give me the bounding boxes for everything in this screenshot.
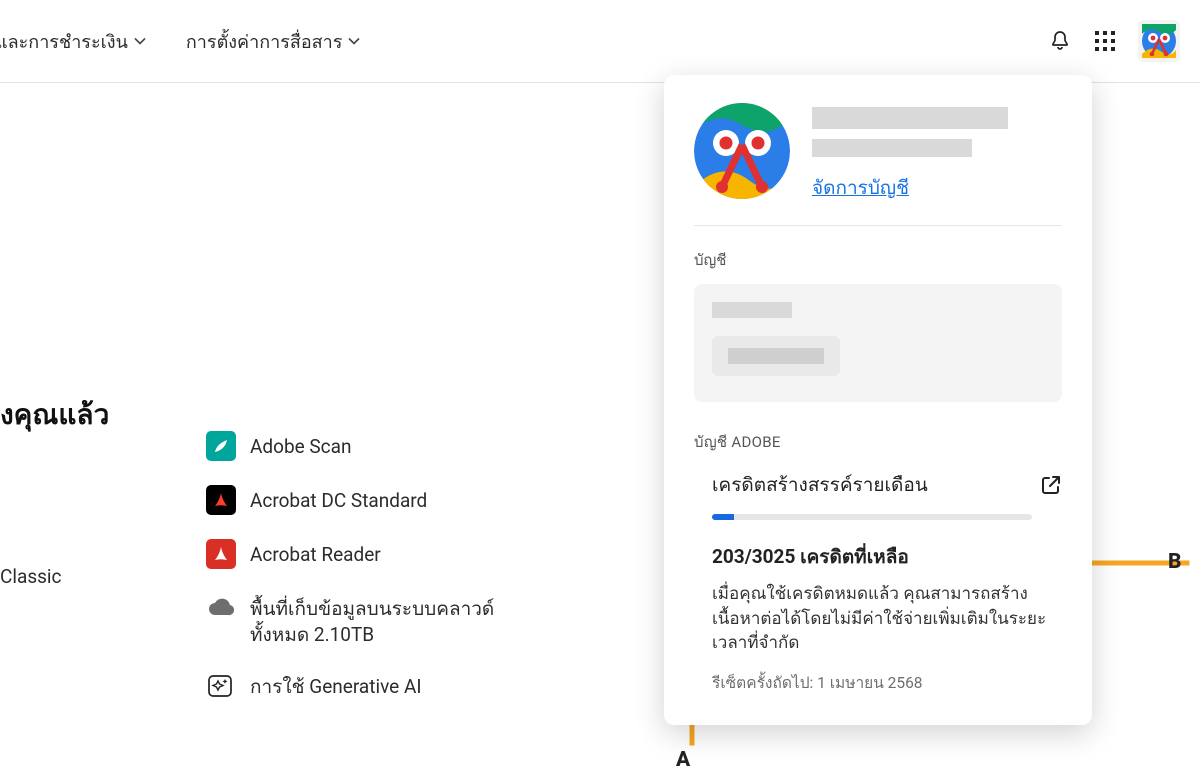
app-item-acrobat[interactable]: Acrobat DC Standard [206,485,550,515]
top-bar: และการชําระเงิน การตั้งค่าการสื่อสาร [0,0,1200,83]
app-label: Adobe Scan [250,431,351,460]
account-label: บัญชี [694,248,1062,272]
app-label: Classic [0,561,62,590]
section-title: งคุณแล้ว [0,393,109,437]
account-plan-redacted [712,336,840,376]
app-label: การใช้ Generative AI [250,671,422,700]
annotation-b-label: B [1168,550,1181,574]
top-right [1048,20,1180,62]
app-item-reader[interactable]: Acrobat Reader [206,539,550,569]
profile-name-redacted [812,107,1008,129]
adobe-account-label: บัญชี ADOBE [694,430,1062,454]
external-link-icon[interactable] [1040,474,1062,496]
popover-header: จัดการบัญชี [694,103,1062,226]
acrobat-dc-icon [206,485,236,515]
credit-count: 203/3025 เครดิตที่เหลือ [712,542,1062,572]
avatar-large [694,103,790,199]
app-column: Adobe Scan Acrobat DC Standard Acrobat R… [206,431,550,701]
credit-reset: รีเซ็ตครั้งถัดไป: 1 เมษายน 2568 [712,670,1062,695]
profile-email-redacted [812,139,972,157]
app-column-left: Classic [0,561,62,590]
nav-payment[interactable]: และการชําระเงิน [0,27,146,56]
avatar-icon [1142,24,1176,58]
sparkle-icon [206,671,236,701]
account-card[interactable] [694,284,1062,402]
app-label: พื้นที่เก็บข้อมูลบนระบบคลาวด์ทั้งหมด 2.1… [250,593,550,647]
bell-icon[interactable] [1048,29,1072,53]
adobe-scan-icon [206,431,236,461]
credit-progress-fill [712,514,734,520]
app-item-classic[interactable]: Classic [0,561,62,590]
profile-info: จัดการบัญชี [812,103,1062,203]
nav-payment-label: และการชําระเงิน [0,27,128,56]
acrobat-reader-icon [206,539,236,569]
app-label: Acrobat DC Standard [250,485,427,514]
credit-description: เมื่อคุณใช้เครดิตหมดแล้ว คุณสามารถสร้างเ… [712,582,1062,656]
credit-title: เครดิตสร้างสรรค์รายเดือน [712,470,928,500]
chevron-down-icon [348,35,360,47]
account-popover: จัดการบัญชี บัญชี บัญชี ADOBE เครดิตสร้า… [664,75,1092,725]
apps-grid-icon[interactable] [1094,30,1116,52]
nav-communication[interactable]: การตั้งค่าการสื่อสาร [186,27,361,56]
app-label: Acrobat Reader [250,539,381,568]
annotation-a-label: A [676,748,690,772]
manage-account-link[interactable]: จัดการบัญชี [812,173,909,203]
app-item-storage[interactable]: พื้นที่เก็บข้อมูลบนระบบคลาวด์ทั้งหมด 2.1… [206,593,550,647]
credit-progress [712,514,1032,520]
app-item-scan[interactable]: Adobe Scan [206,431,550,461]
chevron-down-icon [134,35,146,47]
cloud-icon [206,593,236,623]
nav-communication-label: การตั้งค่าการสื่อสาร [186,27,343,56]
app-item-genai[interactable]: การใช้ Generative AI [206,671,550,701]
credit-header: เครดิตสร้างสรรค์รายเดือน [712,470,1062,500]
credit-card: เครดิตสร้างสรรค์รายเดือน 203/3025 เครดิต… [694,468,1062,695]
avatar-button[interactable] [1138,20,1180,62]
account-name-redacted [712,302,792,318]
top-nav: และการชําระเงิน การตั้งค่าการสื่อสาร [0,27,360,56]
